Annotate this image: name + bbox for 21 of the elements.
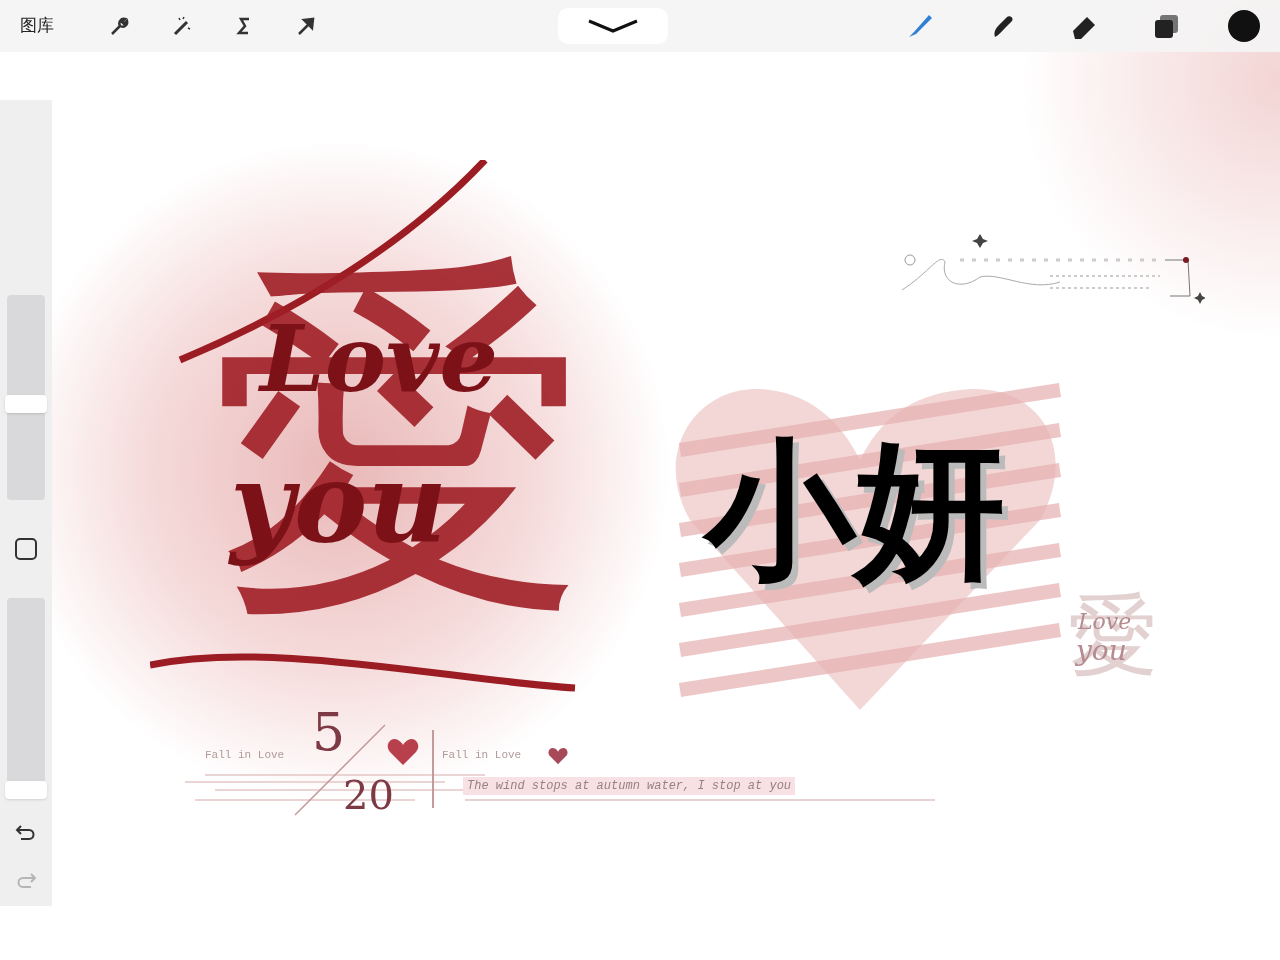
- heart-icon: [548, 747, 568, 765]
- color-swatch[interactable]: [1228, 10, 1260, 42]
- date-numeral: 20: [343, 775, 394, 815]
- tagline-text: Fall in Love: [442, 748, 522, 763]
- collapse-handle[interactable]: [558, 8, 668, 44]
- square-icon: [15, 538, 37, 560]
- opacity-slider[interactable]: [7, 598, 45, 798]
- wrench-icon: [109, 15, 131, 37]
- slider-thumb[interactable]: [5, 781, 47, 799]
- tagline-text: Fall in Love: [205, 748, 285, 763]
- redo-arrow-icon: [15, 872, 37, 890]
- slider-thumb[interactable]: [5, 394, 47, 413]
- chevron-down-icon: [587, 19, 639, 33]
- modify-button[interactable]: [13, 536, 39, 562]
- magic-wand-icon: [171, 15, 193, 37]
- date-numeral: 5: [312, 706, 346, 758]
- undo-arrow-icon: [15, 824, 37, 842]
- heart-icon: [387, 738, 419, 766]
- gallery-button[interactable]: 图库: [20, 13, 54, 39]
- quote-text: The wind stops at autumn water, I stop at you: [463, 777, 796, 795]
- brush-size-slider[interactable]: [7, 295, 45, 500]
